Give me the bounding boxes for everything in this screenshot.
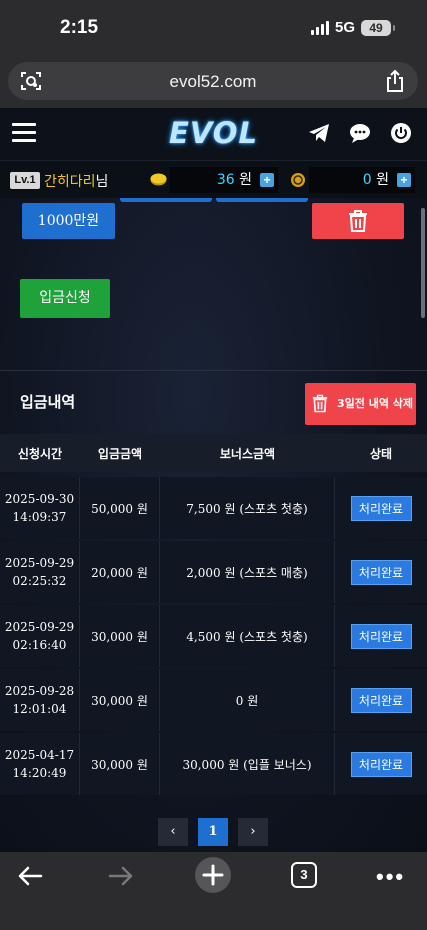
site-header: EVOL bbox=[0, 108, 427, 160]
table-row: 2025-09-30 14:09:37 50,000 원 7,500 원 (스포츠… bbox=[0, 477, 427, 539]
telegram-icon[interactable] bbox=[308, 122, 330, 144]
more-icon[interactable]: ••• bbox=[376, 864, 405, 890]
amount-cell: 30,000 원 bbox=[80, 733, 160, 795]
browser-url-bar: evol52.com bbox=[0, 56, 427, 108]
history-header: 입금내역 3일전 내역 삭제 bbox=[0, 370, 427, 428]
scrollbar[interactable] bbox=[421, 208, 425, 318]
status-indicators: 5G 49 bbox=[310, 19, 395, 36]
cash-balance-value: 36 bbox=[216, 172, 235, 188]
signal-icon bbox=[310, 20, 329, 35]
chat-icon[interactable] bbox=[349, 122, 371, 144]
request-date: 2025-09-28 bbox=[4, 684, 75, 698]
tabs-icon[interactable]: 3 bbox=[291, 862, 317, 888]
pagination-next[interactable]: › bbox=[238, 818, 268, 846]
deposit-request-button[interactable]: 입금신청 bbox=[20, 279, 110, 318]
request-time: 02:16:40 bbox=[12, 638, 67, 652]
request-time: 12:01:04 bbox=[12, 702, 67, 716]
amount-cell: 30,000 원 bbox=[80, 669, 160, 731]
amount-button-partial[interactable] bbox=[216, 198, 308, 202]
main-content: 1000만원 입금신청 입금내역 3일전 내역 삭제 신청시간 입금금액 보너스… bbox=[0, 198, 427, 852]
chip-icon bbox=[291, 173, 305, 187]
trash-icon bbox=[312, 394, 328, 413]
delete-old-label: 3일전 내역 삭제 bbox=[337, 397, 414, 410]
request-time-cell: 2025-09-29 02:25:32 bbox=[0, 541, 80, 603]
table-row: 2025-04-17 14:20:49 30,000 원 30,000 원 (입플… bbox=[0, 733, 427, 795]
column-header: 상태 bbox=[369, 447, 393, 461]
level-badge: Lv.1 bbox=[10, 172, 40, 189]
request-time-cell: 2025-04-17 14:20:49 bbox=[0, 733, 80, 795]
amount-button-10m[interactable]: 1000만원 bbox=[22, 203, 115, 239]
request-date: 2025-09-29 bbox=[4, 620, 75, 634]
status-badge: 처리완료 bbox=[350, 495, 412, 521]
amount-button-partial[interactable] bbox=[120, 198, 212, 202]
new-tab-icon[interactable] bbox=[194, 856, 232, 894]
status-bar: 2:15 5G 49 bbox=[0, 0, 427, 56]
bonus-cell: 7,500 원 (스포츠 첫충) bbox=[160, 477, 335, 539]
request-time-cell: 2025-09-28 12:01:04 bbox=[0, 669, 80, 731]
forward-arrow-icon[interactable] bbox=[108, 862, 134, 890]
status-badge: 처리완료 bbox=[350, 559, 412, 585]
url-text: evol52.com bbox=[169, 72, 257, 91]
network-type: 5G bbox=[334, 19, 355, 36]
point-balance-value: 0 bbox=[362, 172, 372, 188]
clock: 2:15 bbox=[60, 17, 99, 38]
request-time-cell: 2025-09-30 14:09:37 bbox=[0, 477, 80, 539]
username-suffix: 님 bbox=[95, 174, 109, 190]
browser-toolbar: 3 ••• bbox=[0, 852, 427, 930]
amount-cell: 20,000 원 bbox=[80, 541, 160, 603]
request-date: 2025-04-17 bbox=[4, 748, 75, 762]
request-date: 2025-09-30 bbox=[4, 492, 75, 506]
request-time: 02:25:32 bbox=[12, 574, 67, 588]
table-row: 2025-09-28 12:01:04 30,000 원 0 원 처리완료 bbox=[0, 669, 427, 731]
point-balance: 0 원 + bbox=[309, 167, 415, 193]
request-time: 14:20:49 bbox=[12, 766, 67, 780]
pagination-page[interactable]: 1 bbox=[198, 818, 228, 846]
table-row: 2025-09-29 02:16:40 30,000 원 4,500 원 (스포츠… bbox=[0, 605, 427, 667]
point-balance-unit: 원 bbox=[376, 172, 389, 188]
delete-old-history-button[interactable]: 3일전 내역 삭제 bbox=[305, 383, 416, 425]
bonus-cell: 4,500 원 (스포츠 첫충) bbox=[160, 605, 335, 667]
cash-balance-unit: 원 bbox=[239, 172, 252, 188]
point-plus-button[interactable]: + bbox=[397, 173, 411, 187]
table-header: 신청시간 입금금액 보너스금액 상태 bbox=[0, 434, 427, 472]
request-time-cell: 2025-09-29 02:16:40 bbox=[0, 605, 80, 667]
column-header: 보너스금액 bbox=[219, 447, 276, 461]
history-title: 입금내역 bbox=[20, 393, 76, 411]
column-header: 신청시간 bbox=[17, 447, 63, 461]
coin-icon bbox=[150, 173, 167, 186]
bonus-cell: 2,000 원 (스포츠 매충) bbox=[160, 541, 335, 603]
bonus-cell: 30,000 원 (입플 보너스) bbox=[160, 733, 335, 795]
request-date: 2025-09-29 bbox=[4, 556, 75, 570]
address-field[interactable]: evol52.com bbox=[8, 62, 418, 100]
clear-amount-button[interactable] bbox=[312, 203, 404, 239]
status-cell: 처리완료 bbox=[335, 477, 427, 539]
status-badge: 처리완료 bbox=[350, 623, 412, 649]
status-cell: 처리완료 bbox=[335, 541, 427, 603]
share-icon[interactable] bbox=[384, 69, 406, 93]
status-cell: 처리완료 bbox=[335, 733, 427, 795]
username: 간히다리님 bbox=[44, 171, 108, 191]
user-info-bar: Lv.1 간히다리님 36 원 + 0 원 + bbox=[0, 160, 427, 198]
battery-icon: 49 bbox=[361, 19, 395, 36]
table-row: 2025-09-29 02:25:32 20,000 원 2,000 원 (스포츠… bbox=[0, 541, 427, 603]
column-header: 입금금액 bbox=[97, 447, 143, 461]
status-badge: 처리완료 bbox=[350, 751, 412, 777]
cash-balance: 36 원 + bbox=[170, 167, 278, 193]
bonus-cell: 0 원 bbox=[160, 669, 335, 731]
username-text: 간히다리 bbox=[44, 174, 96, 190]
pagination-prev[interactable]: ‹ bbox=[158, 818, 188, 846]
status-badge: 처리완료 bbox=[350, 687, 412, 713]
trash-icon bbox=[349, 210, 367, 232]
request-time: 14:09:37 bbox=[12, 510, 67, 524]
cash-plus-button[interactable]: + bbox=[260, 173, 274, 187]
amount-cell: 50,000 원 bbox=[80, 477, 160, 539]
status-cell: 처리완료 bbox=[335, 669, 427, 731]
status-cell: 처리완료 bbox=[335, 605, 427, 667]
power-icon[interactable] bbox=[390, 122, 412, 144]
back-arrow-icon[interactable] bbox=[17, 862, 43, 890]
amount-cell: 30,000 원 bbox=[80, 605, 160, 667]
